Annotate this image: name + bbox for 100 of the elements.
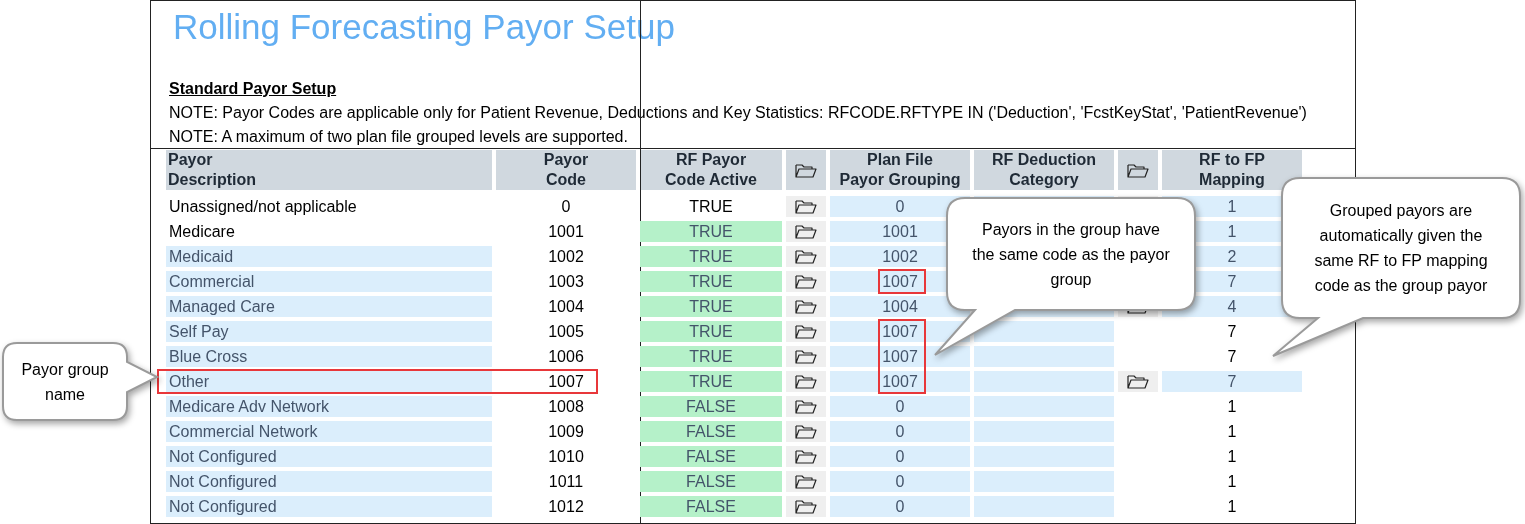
folder-button[interactable] — [786, 321, 826, 342]
table-cell[interactable]: 1007 — [830, 321, 970, 342]
table-cell[interactable]: TRUE — [640, 371, 782, 392]
table-cell[interactable]: 7 — [1162, 371, 1302, 392]
table-cell[interactable] — [974, 371, 1114, 392]
folder-icon — [795, 374, 817, 389]
folder-icon — [795, 424, 817, 439]
folder-button[interactable] — [786, 496, 826, 517]
table-cell[interactable]: 1007 — [830, 371, 970, 392]
table-cell[interactable] — [974, 446, 1114, 467]
table-cell[interactable]: FALSE — [640, 446, 782, 467]
table-cell[interactable] — [974, 471, 1114, 492]
table-cell[interactable]: TRUE — [640, 271, 782, 292]
folder-button[interactable] — [786, 196, 826, 217]
table-cell[interactable]: TRUE — [640, 321, 782, 342]
table-cell[interactable]: Managed Care — [166, 296, 492, 317]
folder-button[interactable] — [786, 471, 826, 492]
table-cell[interactable]: Not Configured — [166, 471, 492, 492]
table-cell[interactable] — [974, 496, 1114, 517]
table-cell-text: 1001 — [547, 222, 585, 242]
folder-button[interactable] — [786, 221, 826, 242]
table-cell[interactable]: 0 — [830, 396, 970, 417]
table-cell-text: 1005 — [547, 322, 585, 342]
table-cell[interactable]: FALSE — [640, 396, 782, 417]
table-cell[interactable] — [974, 396, 1114, 417]
table-cell[interactable]: TRUE — [640, 221, 782, 242]
column-header: Plan File Payor Grouping — [830, 150, 970, 190]
folder-icon — [1127, 374, 1149, 389]
column-header: RF Payor Code Active — [640, 150, 782, 190]
folder-button[interactable] — [786, 246, 826, 267]
folder-button[interactable] — [786, 421, 826, 442]
tooltip-text: Grouped payors are automatically given the same RF to FP mapping code as the group payor — [1313, 201, 1489, 296]
column-header: Payor Code — [496, 150, 636, 190]
folder-button[interactable] — [786, 271, 826, 292]
header-cell[interactable] — [1118, 150, 1158, 190]
folder-icon — [795, 349, 817, 364]
table-cell-text: 1011 — [547, 472, 585, 492]
table-cell-text: 1003 — [547, 272, 585, 292]
table-cell[interactable]: 0 — [830, 446, 970, 467]
table-cell-text: 1008 — [547, 397, 585, 417]
table-cell-text: 1012 — [547, 497, 585, 517]
table-cell-text: 0 — [560, 197, 572, 217]
header-cell[interactable] — [786, 150, 826, 190]
folder-icon — [795, 324, 817, 339]
table-cell[interactable]: TRUE — [640, 346, 782, 367]
table-cell-text: Unassigned/not applicable — [168, 197, 358, 217]
table-cell[interactable]: 0 — [830, 496, 970, 517]
table-cell[interactable]: Medicare Adv Network — [166, 396, 492, 417]
table-cell-text: 1006 — [547, 347, 585, 367]
table-cell-text: 1004 — [547, 297, 585, 317]
folder-icon — [795, 449, 817, 464]
folder-icon — [795, 499, 817, 514]
table-cell[interactable]: Medicaid — [166, 246, 492, 267]
folder-button[interactable] — [1118, 371, 1158, 392]
table-cell[interactable]: 1007 — [830, 346, 970, 367]
table-cell[interactable]: 0 — [830, 421, 970, 442]
folder-icon — [795, 274, 817, 289]
table-cell-text: 1007 — [547, 372, 585, 392]
table-cell[interactable]: 0 — [830, 471, 970, 492]
table-cell[interactable]: TRUE — [640, 196, 782, 217]
folder-button[interactable] — [786, 371, 826, 392]
table-cell[interactable]: FALSE — [640, 496, 782, 517]
table-cell-text: 1002 — [547, 247, 585, 267]
folder-icon — [1127, 162, 1149, 178]
table-cell[interactable]: Other — [166, 371, 492, 392]
table-cell[interactable]: Commercial Network — [166, 421, 492, 442]
table-cell-text: 7 — [1226, 322, 1238, 342]
table-cell[interactable]: FALSE — [640, 471, 782, 492]
table-cell-text: 1 — [1226, 447, 1238, 467]
table-cell[interactable]: Commercial — [166, 271, 492, 292]
table-cell[interactable]: TRUE — [640, 296, 782, 317]
table-cell[interactable] — [974, 421, 1114, 442]
table-cell[interactable] — [974, 321, 1114, 342]
column-header: RF Deduction Category — [974, 150, 1114, 190]
note-text: NOTE: A maximum of two plan file grouped levels are supported. — [169, 127, 629, 147]
folder-icon — [795, 249, 817, 264]
column-header: Payor Description — [166, 150, 492, 190]
table-cell-text: 1009 — [547, 422, 585, 442]
table-cell[interactable]: Self Pay — [166, 321, 492, 342]
section-heading: Standard Payor Setup — [169, 79, 337, 99]
tooltip-text: Payor group name — [20, 359, 110, 405]
folder-icon — [795, 224, 817, 239]
table-cell[interactable]: Not Configured — [166, 496, 492, 517]
column-header: RF to FP Mapping — [1162, 150, 1302, 190]
table-cell[interactable]: TRUE — [640, 246, 782, 267]
folder-button[interactable] — [786, 396, 826, 417]
table-cell-text: Medicare — [168, 222, 236, 242]
table-cell[interactable]: FALSE — [640, 421, 782, 442]
folder-icon — [795, 299, 817, 314]
folder-icon — [795, 162, 817, 178]
folder-icon — [795, 474, 817, 489]
table-cell-text: 1 — [1226, 422, 1238, 442]
table-cell[interactable] — [974, 346, 1114, 367]
folder-button[interactable] — [786, 446, 826, 467]
folder-button[interactable] — [786, 296, 826, 317]
table-cell-text: 1010 — [547, 447, 585, 467]
table-cell[interactable]: Not Configured — [166, 446, 492, 467]
table-cell-text: 1 — [1226, 497, 1238, 517]
folder-button[interactable] — [786, 346, 826, 367]
table-cell[interactable]: Blue Cross — [166, 346, 492, 367]
